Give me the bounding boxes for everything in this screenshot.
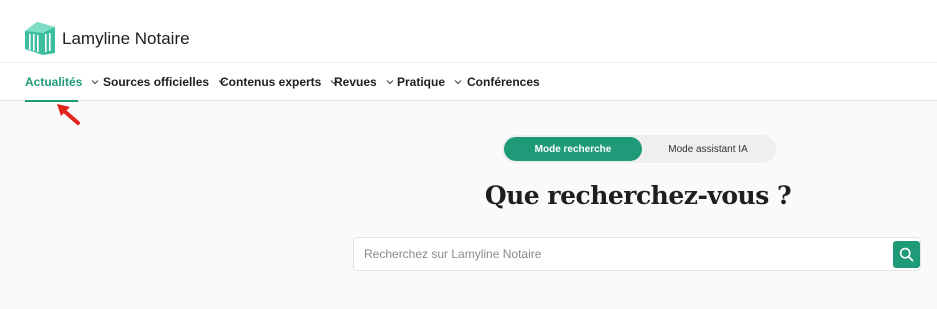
nav-item-contenus-experts[interactable]: Contenus experts xyxy=(220,63,339,101)
mode-toggle: Mode recherche Mode assistant IA xyxy=(502,135,776,163)
brand-name[interactable]: Lamyline Notaire xyxy=(62,29,190,49)
nav-item-label: Actualités xyxy=(25,75,83,89)
search-bar xyxy=(353,237,921,271)
red-arrow-icon xyxy=(57,104,80,125)
lamyline-logo-icon[interactable] xyxy=(25,22,55,55)
nav-item-label: Pratique xyxy=(397,75,446,89)
page-title: Que recherchez-vous ? xyxy=(484,181,792,210)
nav-item-sources-officielles[interactable]: Sources officielles xyxy=(103,63,227,101)
nav-item-revues[interactable]: Revues xyxy=(334,63,395,101)
search-input[interactable] xyxy=(364,238,884,270)
nav-item-pratique[interactable]: Pratique xyxy=(397,63,463,101)
nav-item-label: Conférences xyxy=(467,75,540,89)
chevron-down-icon xyxy=(91,80,99,85)
main-nav: Actualités Sources officielles Contenus … xyxy=(0,63,937,102)
nav-item-actualites[interactable]: Actualités xyxy=(25,63,100,102)
chevron-down-icon xyxy=(386,80,394,85)
chevron-down-icon xyxy=(454,80,462,85)
nav-item-label: Revues xyxy=(334,75,377,89)
search-button[interactable] xyxy=(893,241,920,268)
nav-item-label: Contenus experts xyxy=(220,75,322,89)
mode-assistant-ia-button[interactable]: Mode assistant IA xyxy=(642,137,774,161)
mode-recherche-button[interactable]: Mode recherche xyxy=(504,137,642,161)
header: Lamyline Notaire xyxy=(0,0,937,63)
search-icon xyxy=(899,247,914,262)
nav-item-conferences[interactable]: Conférences xyxy=(467,63,540,101)
nav-item-label: Sources officielles xyxy=(103,75,210,89)
